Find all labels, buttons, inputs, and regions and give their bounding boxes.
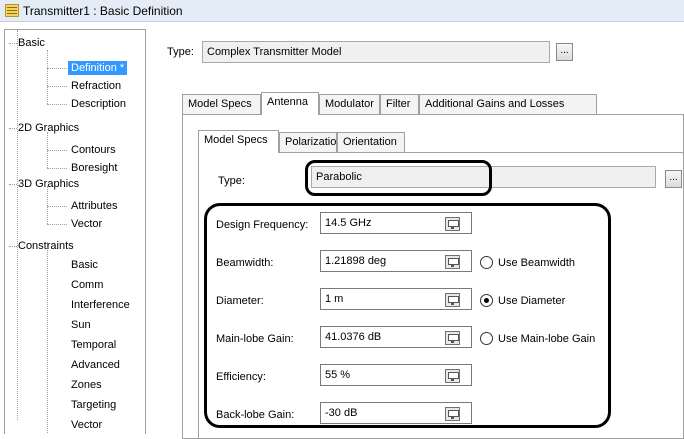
tab-model-specs[interactable]: Model Specs xyxy=(182,94,261,114)
unit-picker-icon[interactable] xyxy=(445,407,460,421)
use-main-lobe-gain-label[interactable]: Use Main-lobe Gain xyxy=(498,333,595,345)
use-beamwidth-label[interactable]: Use Beamwidth xyxy=(498,257,575,269)
tree-connector xyxy=(47,68,67,69)
tree-connector xyxy=(47,86,67,87)
main-lobe-gain-label: Main-lobe Gain: xyxy=(216,333,294,345)
tree-connector xyxy=(47,186,48,224)
tree-connector xyxy=(9,43,17,44)
unit-picker-icon[interactable] xyxy=(445,331,460,345)
tree-connector xyxy=(47,206,67,207)
definition-panel: Type: Complex Transmitter Model ... Mode… xyxy=(150,29,684,439)
design-frequency-label: Design Frequency: xyxy=(216,219,309,231)
tree-item-vector[interactable]: Vector xyxy=(71,217,102,231)
window-titlebar: Transmitter1 : Basic Definition xyxy=(0,0,684,22)
use-beamwidth-radio[interactable] xyxy=(480,256,493,269)
tree-item-refraction[interactable]: Refraction xyxy=(71,79,121,93)
tab-additional-gains-losses[interactable]: Additional Gains and Losses xyxy=(419,94,597,114)
transmitter-type-button[interactable]: ... xyxy=(556,43,573,61)
tab-filter[interactable]: Filter xyxy=(380,94,419,114)
tab-modulator[interactable]: Modulator xyxy=(319,94,380,114)
use-main-lobe-gain-radio[interactable] xyxy=(480,332,493,345)
tree-item-basic[interactable]: Basic xyxy=(18,36,45,50)
antenna-type-label: Type: xyxy=(218,175,245,187)
tree-item-advanced[interactable]: Advanced xyxy=(71,358,120,372)
antenna-type-button[interactable]: ... xyxy=(665,170,682,188)
tree-item-constraints-vector[interactable]: Vector xyxy=(71,418,102,432)
unit-picker-icon[interactable] xyxy=(445,293,460,307)
outer-tabstrip: Model Specs Antenna Modulator Filter Add… xyxy=(182,92,662,115)
tree-connector xyxy=(47,168,67,169)
tree-item-comm[interactable]: Comm xyxy=(71,278,103,292)
efficiency-label: Efficiency: xyxy=(216,371,266,383)
inner-tabstrip: Model Specs Polarization Orientation xyxy=(198,130,438,153)
tree-connector xyxy=(9,128,17,129)
tree-connector xyxy=(47,104,67,105)
document-icon xyxy=(5,4,19,17)
beamwidth-label: Beamwidth: xyxy=(216,257,274,269)
tree-item-interference[interactable]: Interference xyxy=(71,298,130,312)
use-diameter-radio[interactable] xyxy=(480,294,493,307)
tree-connector xyxy=(47,224,67,225)
tree-item-constraints[interactable]: Constraints xyxy=(18,239,74,253)
tree-item-targeting[interactable]: Targeting xyxy=(71,398,116,412)
properties-tree[interactable]: Basic Definition * Refraction Descriptio… xyxy=(4,29,146,434)
tree-item-boresight[interactable]: Boresight xyxy=(71,161,117,175)
tree-item-3d-graphics[interactable]: 3D Graphics xyxy=(18,177,79,191)
tab-orientation[interactable]: Orientation xyxy=(337,132,405,152)
back-lobe-gain-label: Back-lobe Gain: xyxy=(216,409,295,421)
tree-item-contours[interactable]: Contours xyxy=(71,143,116,157)
tree-connector xyxy=(9,184,17,185)
tree-connector xyxy=(47,242,48,434)
tab-antenna[interactable]: Antenna xyxy=(261,92,319,115)
tree-item-sun[interactable]: Sun xyxy=(71,318,91,332)
tab-antenna-model-specs[interactable]: Model Specs xyxy=(198,130,279,153)
unit-picker-icon[interactable] xyxy=(445,217,460,231)
tree-item-description[interactable]: Description xyxy=(71,97,126,111)
diameter-label: Diameter: xyxy=(216,295,264,307)
tree-item-temporal[interactable]: Temporal xyxy=(71,338,116,352)
tab-polarization[interactable]: Polarization xyxy=(279,132,342,152)
tree-connector xyxy=(9,246,17,247)
unit-picker-icon[interactable] xyxy=(445,255,460,269)
tree-item-2d-graphics[interactable]: 2D Graphics xyxy=(18,121,79,135)
tree-item-attributes[interactable]: Attributes xyxy=(71,199,117,213)
antenna-type-field[interactable]: Parabolic xyxy=(311,166,656,188)
type-label: Type: xyxy=(167,46,194,58)
tree-item-constraints-basic[interactable]: Basic xyxy=(71,258,98,272)
use-diameter-label[interactable]: Use Diameter xyxy=(498,295,565,307)
tree-item-definition[interactable]: Definition * xyxy=(68,61,128,75)
transmitter-type-field[interactable]: Complex Transmitter Model xyxy=(202,41,550,63)
tree-connector xyxy=(47,50,48,104)
unit-picker-icon[interactable] xyxy=(445,369,460,383)
tree-connector xyxy=(47,150,67,151)
window-title: Transmitter1 : Basic Definition xyxy=(23,4,183,18)
tree-item-zones[interactable]: Zones xyxy=(71,378,102,392)
tree-connector xyxy=(17,30,18,420)
